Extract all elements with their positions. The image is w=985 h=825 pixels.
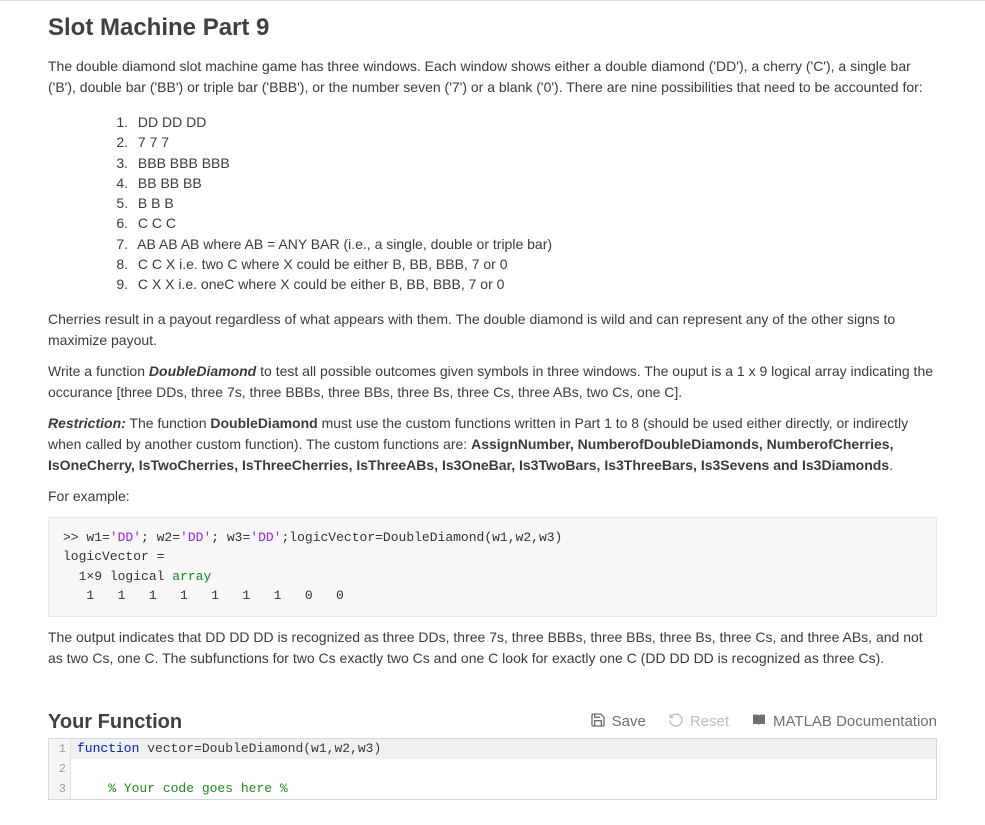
write-function-paragraph: Write a function DoubleDiamond to test a… xyxy=(48,361,937,403)
code-editor[interactable]: 1 function vector=DoubleDiamond(w1,w2,w3… xyxy=(48,738,937,800)
list-item: 8. C C X i.e. two C where X could be eit… xyxy=(110,254,937,274)
list-item: 2. 7 7 7 xyxy=(110,132,937,152)
your-function-header: Your Function Save Reset MATLAB Document… xyxy=(48,711,937,734)
page-content: Slot Machine Part 9 The double diamond s… xyxy=(0,0,985,825)
matlab-doc-label: MATLAB Documentation xyxy=(773,713,937,730)
list-item: 5. B B B xyxy=(110,193,937,213)
editor-line[interactable]: 1 function vector=DoubleDiamond(w1,w2,w3… xyxy=(49,739,936,759)
content-scroll[interactable]: Slot Machine Part 9 The double diamond s… xyxy=(0,0,985,825)
example-code-block: >> w1='DD'; w2='DD'; w3='DD';logicVector… xyxy=(48,517,937,617)
reset-button[interactable]: Reset xyxy=(668,712,729,732)
your-function-title: Your Function xyxy=(48,711,182,734)
list-item: 3. BBB BBB BBB xyxy=(110,153,937,173)
list-item: 1. DD DD DD xyxy=(110,112,937,132)
list-item: 9. C X X i.e. oneC where X could be eith… xyxy=(110,274,937,294)
cherries-paragraph: Cherries result in a payout regardless o… xyxy=(48,309,937,351)
output-explanation: The output indicates that DD DD DD is re… xyxy=(48,627,937,669)
function-name: DoubleDiamond xyxy=(149,363,256,379)
editor-line[interactable]: 2 xyxy=(49,759,936,779)
line-number: 2 xyxy=(49,759,71,779)
list-item: 6. C C C xyxy=(110,213,937,233)
save-button[interactable]: Save xyxy=(590,712,646,732)
for-example-label: For example: xyxy=(48,486,937,507)
restriction-paragraph: Restriction: The function DoubleDiamond … xyxy=(48,413,937,476)
editor-toolbar: Save Reset MATLAB Documentation xyxy=(590,712,937,732)
possibilities-list: 1. DD DD DD 2. 7 7 7 3. BBB BBB BBB 4. B… xyxy=(110,112,937,295)
reset-icon xyxy=(668,712,684,732)
page-title: Slot Machine Part 9 xyxy=(48,14,937,42)
intro-paragraph: The double diamond slot machine game has… xyxy=(48,56,937,98)
editor-line[interactable]: 3 % Your code goes here % xyxy=(49,779,936,799)
list-item: 4. BB BB BB xyxy=(110,173,937,193)
matlab-doc-button[interactable]: MATLAB Documentation xyxy=(751,712,937,732)
top-divider xyxy=(0,0,985,1)
line-number: 3 xyxy=(49,779,71,799)
book-icon xyxy=(751,712,767,732)
save-icon xyxy=(590,712,606,732)
save-label: Save xyxy=(612,713,646,730)
line-number: 1 xyxy=(49,739,71,759)
reset-label: Reset xyxy=(690,713,729,730)
list-item: 7. AB AB AB where AB = ANY BAR (i.e., a … xyxy=(110,234,937,254)
